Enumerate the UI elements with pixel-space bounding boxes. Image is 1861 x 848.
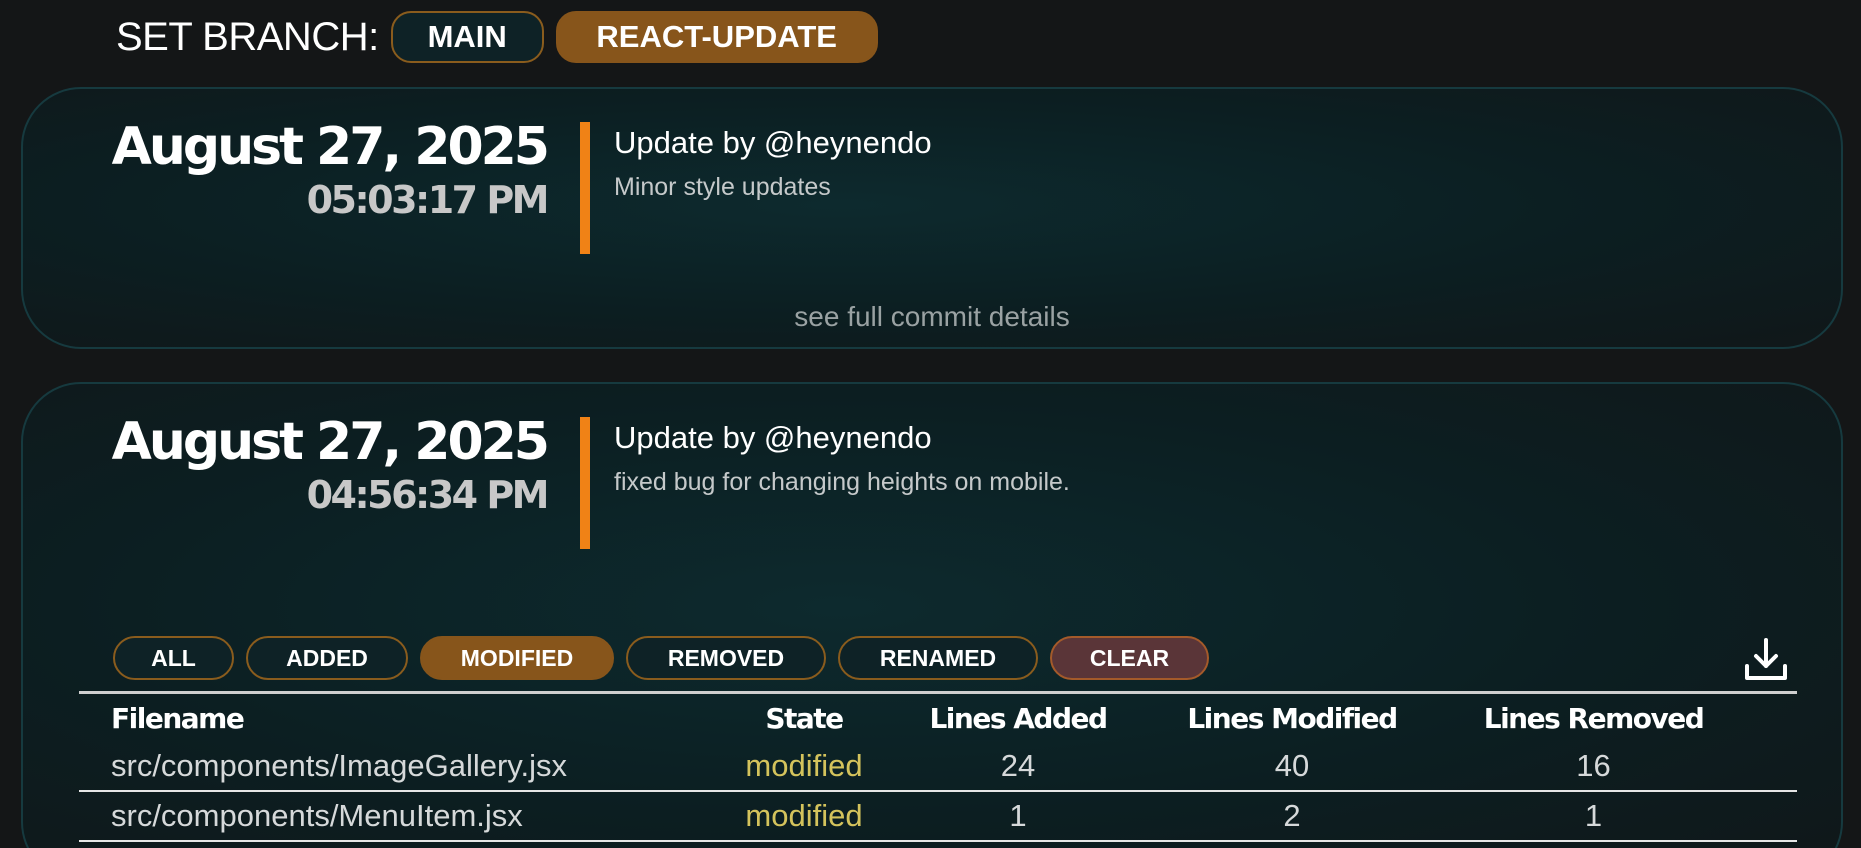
commit-date: August 27, 2025 [111,412,550,472]
commit-time: 04:56:34 PM [306,473,550,517]
header-lines-removed[interactable]: Lines Removed [1442,702,1745,735]
filter-clear-button[interactable]: CLEAR [1050,636,1209,680]
cell-lines-removed: 16 [1576,748,1611,783]
header-lines-added[interactable]: Lines Added [894,702,1142,735]
cell-lines-added: 24 [1000,748,1036,783]
cell-lines-modified: 2 [1283,798,1301,833]
commit-card: August 27, 2025 05:03:17 PM Update by @h… [21,87,1843,349]
commit-message: fixed bug for changing heights on mobile… [614,468,1070,496]
commit-history-page: SET BRANCH: MAIN REACT-UPDATE August 27,… [0,0,1861,848]
header-state[interactable]: State [714,702,894,735]
commit-author: Update by @heynendo [614,420,932,455]
table-header-row: Filename State Lines Added Lines Modifie… [79,694,1797,742]
commit-message: Minor style updates [614,173,831,201]
commit-time: 05:03:17 PM [306,178,550,222]
header-filename[interactable]: Filename [79,702,714,735]
filter-removed-button[interactable]: REMOVED [626,636,826,680]
commit-accent-bar [580,122,590,254]
filter-modified-button[interactable]: MODIFIED [420,636,614,680]
cell-lines-removed: 1 [1584,798,1603,833]
commit-card-expanded: August 27, 2025 04:56:34 PM Update by @h… [21,382,1843,848]
table-row[interactable]: src/components/ImageGallery.jsx modified… [79,742,1797,792]
cell-filename: src/components/ImageGallery.jsx [111,748,567,783]
cell-state: modified [745,748,863,783]
branch-main-button[interactable]: MAIN [390,11,544,63]
changed-files-table: Filename State Lines Added Lines Modifie… [79,691,1797,842]
branch-selector: SET BRANCH: MAIN REACT-UPDATE [116,10,890,64]
header-lines-modified[interactable]: Lines Modified [1142,702,1442,735]
commit-author: Update by @heynendo [614,125,932,160]
filter-all-button[interactable]: ALL [113,636,234,680]
download-icon[interactable] [1743,636,1789,682]
commit-accent-bar [580,417,590,549]
cell-lines-added: 1 [1009,798,1027,833]
table-row[interactable]: src/components/MenuItem.jsx modified 1 2… [79,792,1797,842]
branch-label: SET BRANCH: [116,14,379,59]
commit-date: August 27, 2025 [111,117,550,177]
branch-react-update-button[interactable]: REACT-UPDATE [555,11,878,63]
file-filter-bar: ALL ADDED MODIFIED REMOVED RENAMED CLEAR [113,636,1209,680]
cell-lines-modified: 40 [1274,748,1310,783]
filter-added-button[interactable]: ADDED [246,636,408,680]
see-full-commit-details-link[interactable]: see full commit details [23,301,1841,333]
filter-renamed-button[interactable]: RENAMED [838,636,1038,680]
cell-state: modified [745,798,863,833]
cell-filename: src/components/MenuItem.jsx [111,798,523,833]
